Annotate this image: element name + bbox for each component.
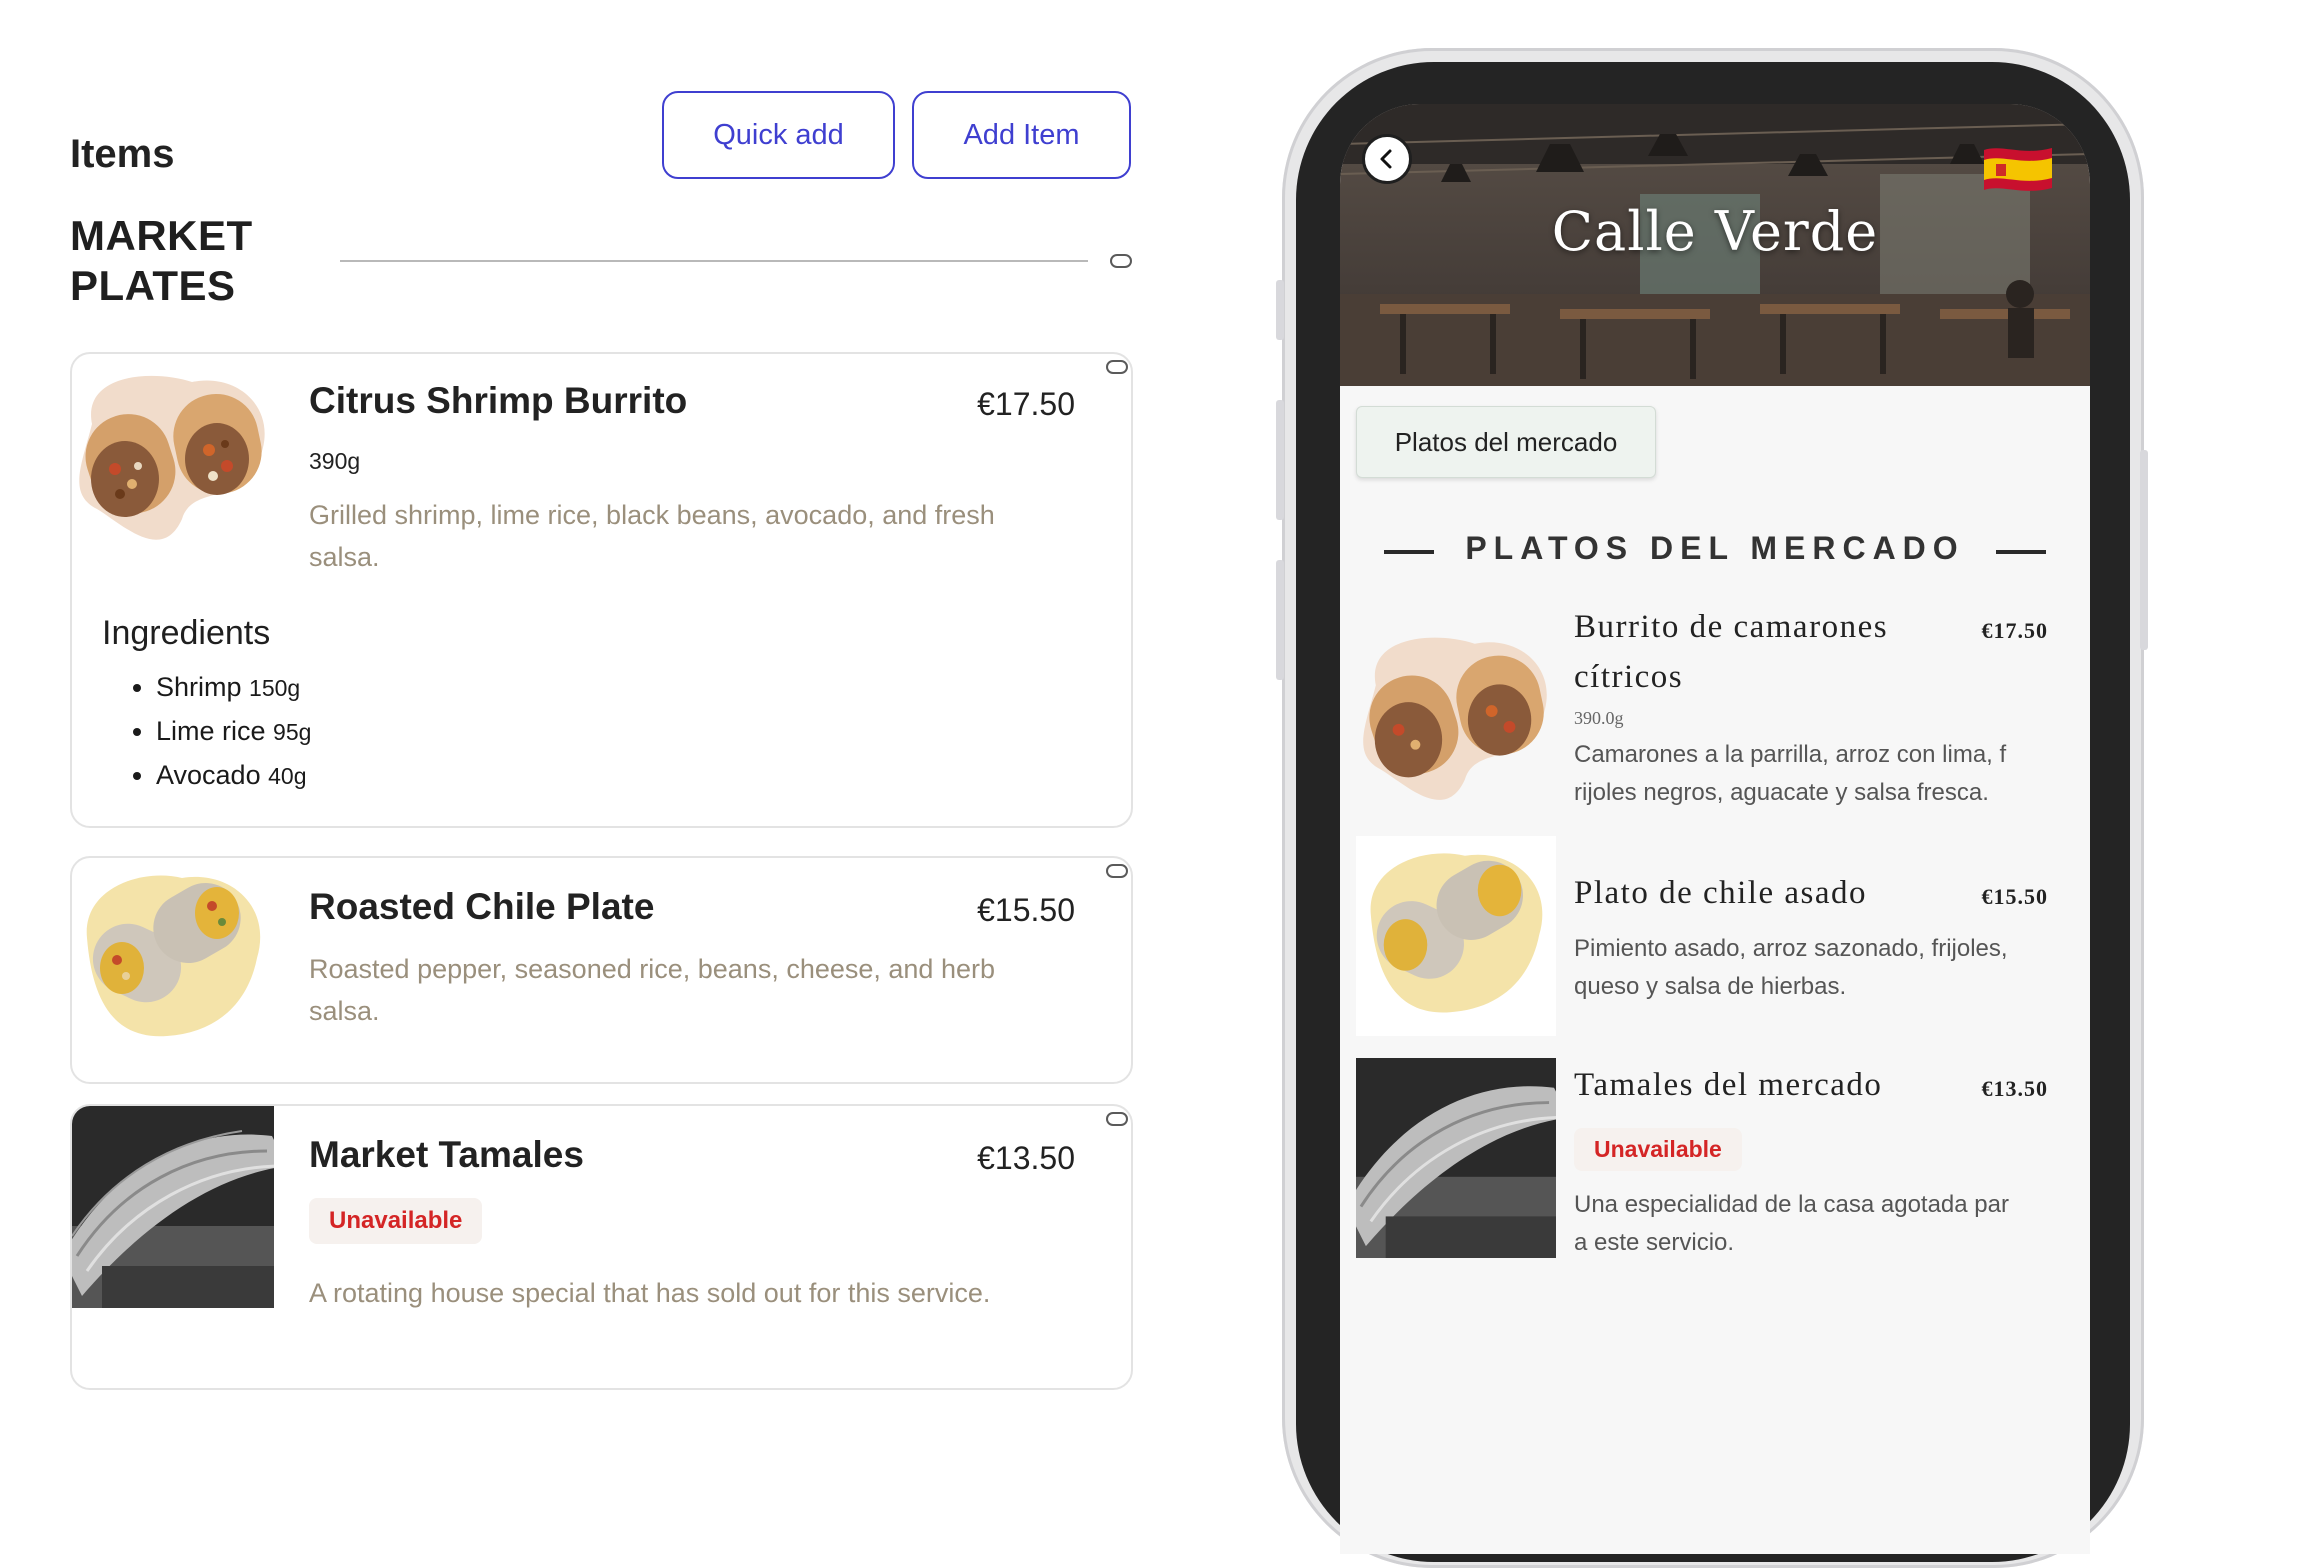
burrito-image xyxy=(79,375,265,540)
ingredients-list: Shrimp 150g Lime rice 95g Avocado 40g xyxy=(130,666,311,798)
phone-side-button xyxy=(1276,400,1284,520)
item-price: €17.50 xyxy=(977,386,1075,422)
preview-item-price: €17.50 xyxy=(1981,618,2048,643)
category-chip[interactable]: Platos del mercado xyxy=(1356,406,1656,478)
item-price: €13.50 xyxy=(977,1140,1075,1176)
preview-item-price: €15.50 xyxy=(1981,884,2048,909)
restaurant-name: Calle Verde xyxy=(1551,200,1879,263)
item-visibility-toggle[interactable] xyxy=(1106,1112,1128,1126)
chile-plate-image xyxy=(86,875,261,1037)
section-dash-right xyxy=(1996,550,2046,554)
quick-add-button[interactable]: Quick add xyxy=(662,91,895,179)
items-heading: Items xyxy=(70,132,175,176)
ingredients-heading: Ingredients xyxy=(102,614,271,652)
menu-item-card[interactable]: Market Tamales €13.50 Unavailable A rota… xyxy=(70,1104,1133,1390)
spain-flag-icon[interactable] xyxy=(1982,144,2054,194)
phone-side-button xyxy=(1276,560,1284,680)
ingredient-item: Avocado 40g xyxy=(156,754,311,798)
preview-item-price: €13.50 xyxy=(1981,1076,2048,1101)
section-divider xyxy=(340,260,1088,262)
menu-item-card[interactable]: Citrus Shrimp Burrito €17.50 390g Grille… xyxy=(70,352,1133,828)
item-visibility-toggle[interactable] xyxy=(1106,864,1128,878)
preview-item-description: Pimiento asado, arroz sazonado, frijoles… xyxy=(1574,935,2008,1000)
menu-item-card[interactable]: Roasted Chile Plate €15.50 Roasted peppe… xyxy=(70,856,1133,1084)
item-name: Market Tamales xyxy=(309,1134,584,1175)
back-button[interactable] xyxy=(1362,134,1412,184)
item-name: Citrus Shrimp Burrito xyxy=(309,380,688,421)
item-weight: 390g xyxy=(309,448,361,474)
section-visibility-toggle[interactable] xyxy=(1110,254,1132,268)
preview-item-name: Tamales del mercado xyxy=(1574,1067,1883,1103)
menu-section-title: PLATOS DEL MERCADO xyxy=(1465,530,1965,566)
preview-item-description: Camarones a la parrilla, arroz con lima,… xyxy=(1574,741,2007,806)
ingredient-item: Shrimp 150g xyxy=(156,666,311,710)
tamales-image xyxy=(72,1106,274,1308)
add-item-button[interactable]: Add Item xyxy=(912,91,1131,179)
phone-side-button xyxy=(2140,450,2148,650)
burrito-image xyxy=(1363,637,1547,800)
chevron-left-icon xyxy=(1380,149,1392,169)
item-description: Grilled shrimp, lime rice, black beans, … xyxy=(309,500,995,572)
item-description: Roasted pepper, seasoned rice, beans, ch… xyxy=(309,954,995,1026)
preview-item-description: Una especialidad de la casa agotada par … xyxy=(1574,1191,2009,1256)
tamales-image xyxy=(1356,1058,1556,1258)
preview-item-name: Burrito de camarones cítricos xyxy=(1574,609,1889,695)
item-name: Roasted Chile Plate xyxy=(309,886,655,927)
phone-screen: Calle Verde Platos del mercado PLATOS DE… xyxy=(1340,104,2090,1554)
preview-item-weight: 390.0g xyxy=(1574,708,1624,728)
item-price: €15.50 xyxy=(977,892,1075,928)
item-description: A rotating house special that has sold o… xyxy=(309,1278,991,1308)
restaurant-hero: Calle Verde xyxy=(1340,104,2090,386)
item-visibility-toggle[interactable] xyxy=(1106,360,1128,374)
phone-side-button xyxy=(1276,280,1284,340)
ingredient-item: Lime rice 95g xyxy=(156,710,311,754)
chile-plate-image xyxy=(1356,836,1556,1036)
preview-item-name: Plato de chile asado xyxy=(1574,875,1868,911)
section-title: MARKET PLATES xyxy=(70,212,253,309)
unavailable-badge: Unavailable xyxy=(309,1198,483,1244)
unavailable-badge: Unavailable xyxy=(1574,1128,1742,1171)
